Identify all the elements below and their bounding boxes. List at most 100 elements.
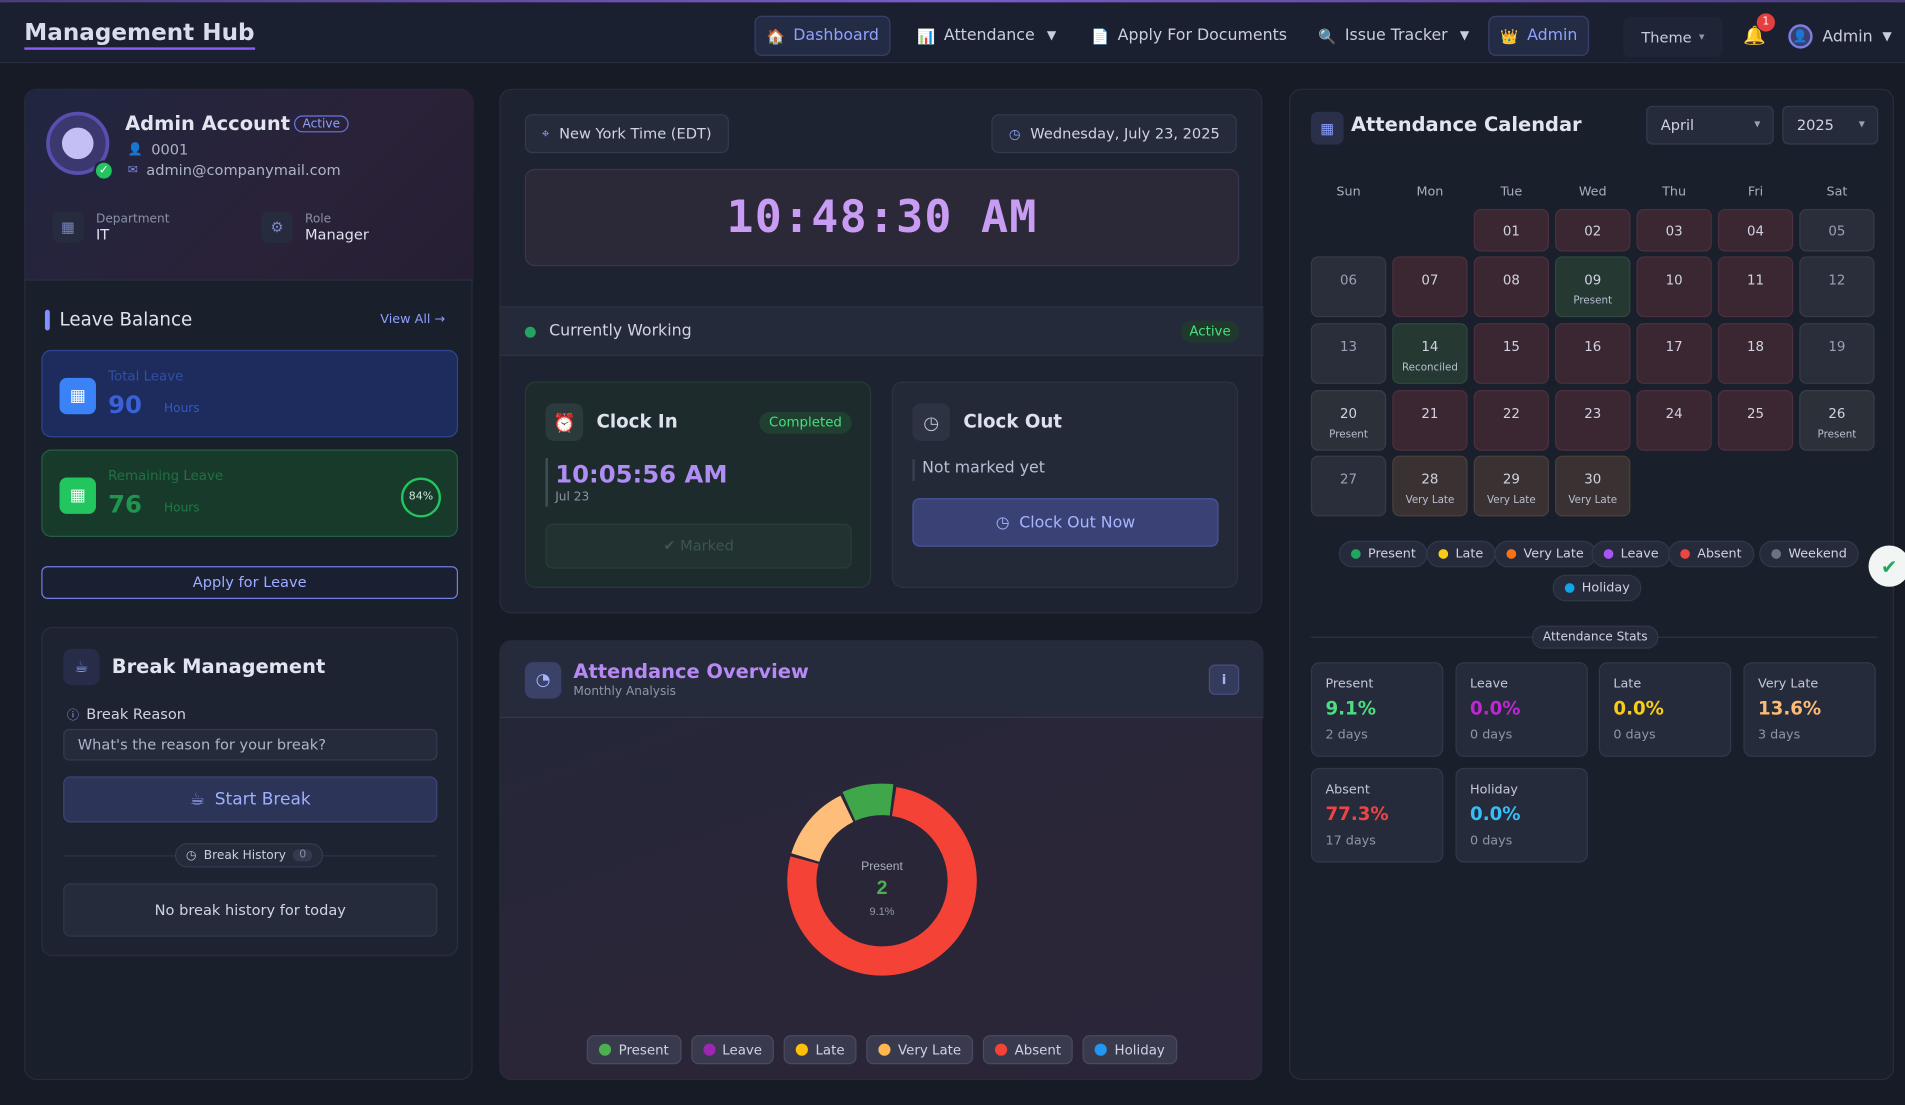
date-text: Wednesday, July 23, 2025 [1030, 125, 1220, 143]
legend-very-late[interactable]: Very Late [866, 1035, 974, 1065]
stat-card-leave: Leave 0.0% 0 days [1455, 662, 1588, 757]
calendar-day[interactable]: 28 Very Late [1392, 455, 1468, 517]
nav-apply-documents[interactable]: 📄 Apply For Documents [1080, 16, 1298, 56]
chevron-down-icon: ▼ [1046, 29, 1057, 43]
calendar-day[interactable]: 03 [1636, 208, 1712, 252]
view-all-link[interactable]: View All → [380, 312, 445, 327]
weekday-sat: Sat [1826, 184, 1848, 200]
calendar-day[interactable]: 04 [1717, 208, 1794, 252]
calendar-day[interactable]: 14 Reconciled [1392, 323, 1468, 384]
day-status: Present [1817, 428, 1857, 442]
attendance-donut-chart: Present 2 9.1% [787, 783, 977, 976]
calendar-day[interactable]: 16 [1555, 323, 1631, 384]
leave-balance-title: Leave Balance [45, 309, 193, 331]
break-history-empty: No break history for today [63, 883, 438, 937]
calendar-day[interactable]: 10 [1636, 256, 1712, 318]
break-reason-text: Break Reason [86, 705, 187, 723]
calendar-day[interactable]: 11 [1717, 256, 1794, 318]
legend-dot [599, 1043, 612, 1056]
calendar-day[interactable]: 07 [1392, 256, 1468, 318]
donut-slice-very-late[interactable] [791, 795, 854, 862]
calendar-title: Attendance Calendar [1350, 112, 1582, 137]
role-info: ⚙ Role Manager [261, 211, 369, 243]
nav-issue-tracker[interactable]: 🔍 Issue Tracker ▼ [1307, 16, 1480, 56]
calendar-day[interactable]: 09 Present [1555, 256, 1631, 318]
calendar-day[interactable]: 22 [1473, 389, 1549, 451]
calendar-day[interactable]: 19 [1799, 323, 1875, 384]
total-leave-card: ▦ Total Leave 90 Hours [41, 349, 459, 438]
legend-holiday[interactable]: Holiday [1082, 1035, 1177, 1065]
legend-dot [1680, 549, 1690, 559]
weekday-tue: Tue [1500, 184, 1523, 200]
calendar-day[interactable]: 29 Very Late [1473, 455, 1549, 517]
total-leave-label: Total Leave [108, 368, 184, 384]
home-icon: 🏠 [766, 27, 785, 45]
nav-label: Issue Tracker [1344, 26, 1448, 45]
year-select[interactable]: 2025 [1782, 105, 1879, 145]
start-break-button[interactable]: ☕ Start Break [63, 776, 438, 823]
nav-admin[interactable]: 👑 Admin [1488, 15, 1590, 56]
legend-label: Very Late [898, 1041, 962, 1058]
clock-icon: ◷ [995, 513, 1010, 532]
calendar-day[interactable]: 20 Present [1310, 389, 1387, 451]
brand-title[interactable]: Management Hub [24, 19, 255, 50]
donut-slice-present[interactable] [842, 783, 894, 821]
clock-in-divider [545, 458, 548, 507]
legend-absent[interactable]: Absent [982, 1035, 1074, 1065]
month-select[interactable]: April [1646, 105, 1774, 145]
calendar-day[interactable]: 15 [1473, 323, 1549, 384]
stat-card-absent: Absent 77.3% 17 days [1310, 767, 1444, 863]
marked-button[interactable]: ✔ Marked [545, 523, 852, 569]
theme-dropdown[interactable]: Theme ▾ [1623, 17, 1723, 58]
donut-center-label: Present [861, 859, 903, 873]
calendar-day[interactable]: 26 Present [1799, 389, 1875, 451]
calendar-day[interactable]: 23 [1555, 389, 1631, 451]
nav-dashboard[interactable]: 🏠 Dashboard [754, 15, 892, 56]
calendar-legend-very-late: Very Late [1494, 540, 1596, 568]
calendar-day[interactable]: 21 [1392, 389, 1468, 451]
stat-days: 2 days [1325, 727, 1368, 743]
legend-present[interactable]: Present [587, 1035, 681, 1065]
calendar-day[interactable]: 05 [1799, 208, 1875, 252]
calendar-day[interactable]: 13 [1310, 323, 1387, 384]
calendar-day[interactable]: 12 [1799, 256, 1875, 318]
start-break-label: Start Break [214, 789, 311, 810]
calendar-day[interactable]: 24 [1636, 389, 1712, 451]
calendar-day[interactable]: 27 [1310, 455, 1387, 517]
legend-label: Absent [1697, 546, 1742, 562]
user-menu[interactable]: 👤 Admin ▼ [1788, 24, 1892, 49]
nav-attendance[interactable]: 📊 Attendance ▼ [906, 16, 1067, 56]
legend-late[interactable]: Late [783, 1035, 857, 1065]
calendar-day[interactable]: 25 [1717, 389, 1794, 451]
remaining-leave-label: Remaining Leave [108, 467, 224, 484]
day-number: 19 [1828, 338, 1846, 355]
break-history-pill[interactable]: ◷ Break History 0 [174, 843, 324, 868]
calendar-day[interactable]: 17 [1636, 323, 1712, 384]
stat-value: 13.6% [1757, 697, 1822, 720]
info-icon[interactable]: i [1208, 664, 1240, 695]
calendar-day[interactable]: 08 [1473, 256, 1549, 318]
clock-out-button[interactable]: ◷ Clock Out Now [912, 498, 1219, 547]
day-number: 06 [1340, 272, 1358, 288]
day-status: Very Late [1568, 494, 1618, 507]
overview-header: ◔ Attendance Overview Monthly Analysis i [500, 641, 1264, 719]
calendar-day[interactable]: 18 [1717, 323, 1794, 384]
legend-label: Very Late [1523, 546, 1584, 562]
apply-leave-button[interactable]: Apply for Leave [41, 566, 459, 599]
legend-dot [995, 1043, 1008, 1056]
legend-dot [1095, 1043, 1108, 1056]
legend-dot [1603, 549, 1614, 559]
calendar-day[interactable]: 06 [1310, 256, 1387, 318]
clock-out-label: Clock Out Now [1019, 513, 1136, 532]
calendar-day[interactable]: 01 [1473, 208, 1549, 252]
remaining-leave-card: ▦ Remaining Leave 76 Hours 84% [41, 449, 459, 537]
calendar-day[interactable]: 30 Very Late [1555, 455, 1631, 517]
legend-leave[interactable]: Leave [690, 1035, 775, 1065]
break-reason-input[interactable]: What's the reason for your break? [63, 728, 438, 761]
calendar-day[interactable]: 02 [1555, 208, 1631, 252]
day-number: 01 [1502, 223, 1520, 240]
nav-label: Admin [1527, 26, 1578, 45]
shield-check-icon[interactable]: ✔ [1868, 545, 1905, 587]
total-leave-unit: Hours [164, 402, 200, 416]
department-label: Department [95, 212, 170, 226]
